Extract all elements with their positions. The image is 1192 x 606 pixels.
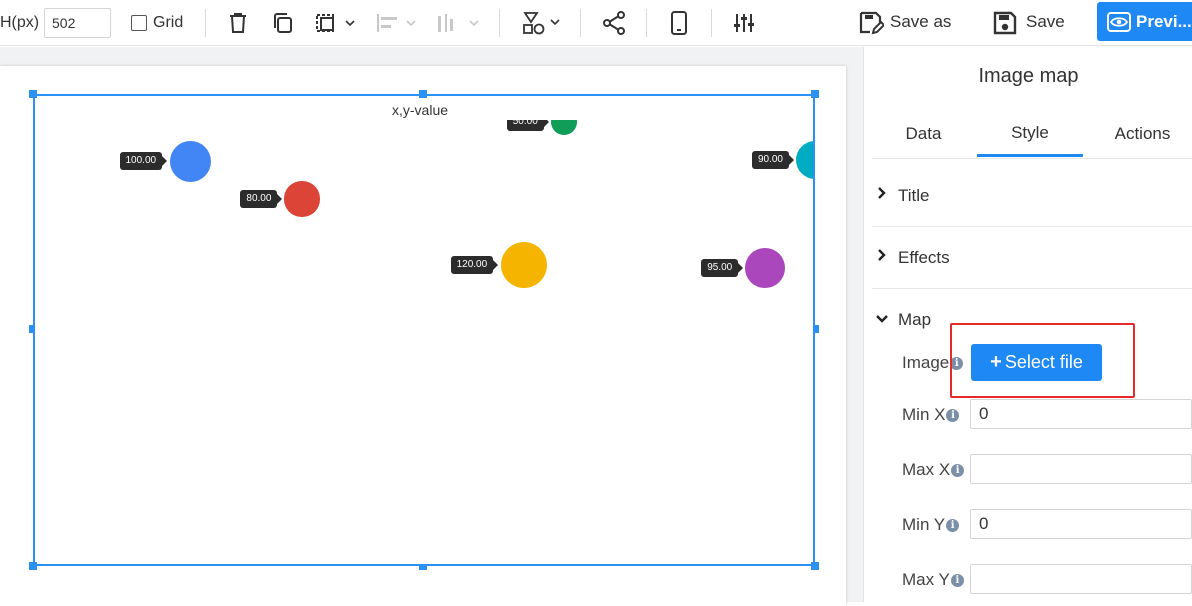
resize-handle[interactable]	[29, 90, 37, 98]
image-label: Image	[902, 353, 950, 372]
save-as-button[interactable]: Save as	[890, 0, 951, 44]
toolbar: H(px) 502 Grid Save as Save Previ...	[0, 0, 1192, 46]
save-as-icon[interactable]	[857, 0, 885, 46]
min-x-label: Min X	[902, 405, 946, 424]
copy-icon[interactable]	[271, 0, 295, 46]
info-icon[interactable]: i	[946, 518, 960, 532]
share-icon[interactable]	[601, 0, 627, 46]
tab-style[interactable]: Style	[977, 111, 1083, 157]
max-y-label: Max Y	[902, 570, 950, 589]
panel-title: Image map	[978, 65, 1079, 87]
tab-data[interactable]: Data	[872, 111, 975, 157]
preview-label: Previ...	[1136, 11, 1192, 31]
align-left-icon[interactable]	[375, 0, 419, 46]
highlight-box	[950, 323, 1135, 398]
panel-tabs: Data Style Actions	[872, 111, 1192, 159]
min-y-label: Min Y	[902, 515, 946, 534]
chart-bubble[interactable]	[500, 241, 548, 289]
shapes-icon[interactable]	[521, 0, 563, 46]
max-x-label-wrap: Max X i	[902, 455, 965, 485]
preview-button[interactable]: Previ...	[1097, 2, 1192, 41]
min-y-input[interactable]: 0	[970, 509, 1192, 539]
grid-checkbox[interactable]	[131, 15, 147, 31]
toolbar-divider	[499, 9, 500, 37]
section-title[interactable]: Title	[872, 165, 1192, 227]
height-label-wrap: H(px)	[0, 0, 39, 46]
chart-bubble[interactable]	[550, 120, 578, 136]
section-effects[interactable]: Effects	[872, 227, 1192, 289]
chart-value-label: 100.00	[119, 152, 167, 170]
max-x-label: Max X	[902, 460, 951, 479]
mobile-icon[interactable]	[667, 0, 691, 46]
section-title-label: Title	[898, 185, 930, 205]
tab-actions[interactable]: Actions	[1092, 111, 1192, 157]
chevron-right-icon	[872, 248, 892, 267]
chart-plot-area: 100.00 80.00 50.00 120.00 90.00 95.00	[35, 120, 813, 564]
chart-value-label: 120.00	[450, 256, 498, 274]
chart-bubble[interactable]	[169, 140, 211, 182]
info-icon[interactable]: i	[951, 463, 965, 477]
max-x-input[interactable]	[970, 454, 1192, 484]
info-icon[interactable]: i	[946, 408, 960, 422]
toolbar-divider	[711, 9, 712, 37]
resize-handle[interactable]	[419, 564, 427, 570]
eye-icon	[1107, 11, 1131, 32]
height-label: H(px)	[0, 14, 40, 31]
resize-handle[interactable]	[811, 90, 819, 98]
min-x-label-wrap: Min X i	[902, 400, 960, 430]
chart-value-label: 95.00	[701, 259, 744, 277]
section-effects-label: Effects	[898, 247, 950, 267]
info-icon[interactable]: i	[950, 573, 964, 587]
chevron-down-icon	[872, 311, 892, 329]
align-center-icon[interactable]	[435, 0, 481, 46]
chart-bubble[interactable]	[795, 140, 813, 180]
max-y-input[interactable]	[970, 564, 1192, 594]
grid-label: Grid	[153, 14, 184, 31]
select-area-icon[interactable]	[313, 0, 359, 46]
resize-handle[interactable]	[813, 325, 819, 333]
chart-value-label: 50.00	[506, 120, 549, 131]
toolbar-divider	[205, 9, 206, 37]
grid-toggle[interactable]: Grid	[131, 0, 183, 46]
save-icon[interactable]	[991, 0, 1019, 46]
delete-icon[interactable]	[226, 0, 250, 46]
chart-title: x,y-value	[392, 102, 449, 118]
chart-value-label: 90.00	[751, 151, 795, 169]
min-x-input[interactable]: 0	[970, 399, 1192, 429]
toolbar-divider	[580, 9, 581, 37]
save-button[interactable]: Save	[1026, 0, 1065, 44]
chevron-right-icon	[872, 186, 892, 205]
chart-value-label: 80.00	[240, 190, 283, 208]
max-y-label-wrap: Max Y i	[902, 565, 964, 595]
height-input[interactable]: 502	[44, 8, 111, 38]
sliders-icon[interactable]	[731, 0, 757, 46]
section-map-label: Map	[898, 310, 932, 329]
properties-panel: Image map Data Style Actions Title Effec…	[863, 47, 1192, 602]
resize-handle[interactable]	[419, 90, 427, 98]
chart-bubble[interactable]	[745, 248, 785, 288]
min-y-label-wrap: Min Y i	[902, 510, 960, 540]
chart-bubble[interactable]	[284, 181, 320, 217]
toolbar-divider	[646, 9, 647, 37]
